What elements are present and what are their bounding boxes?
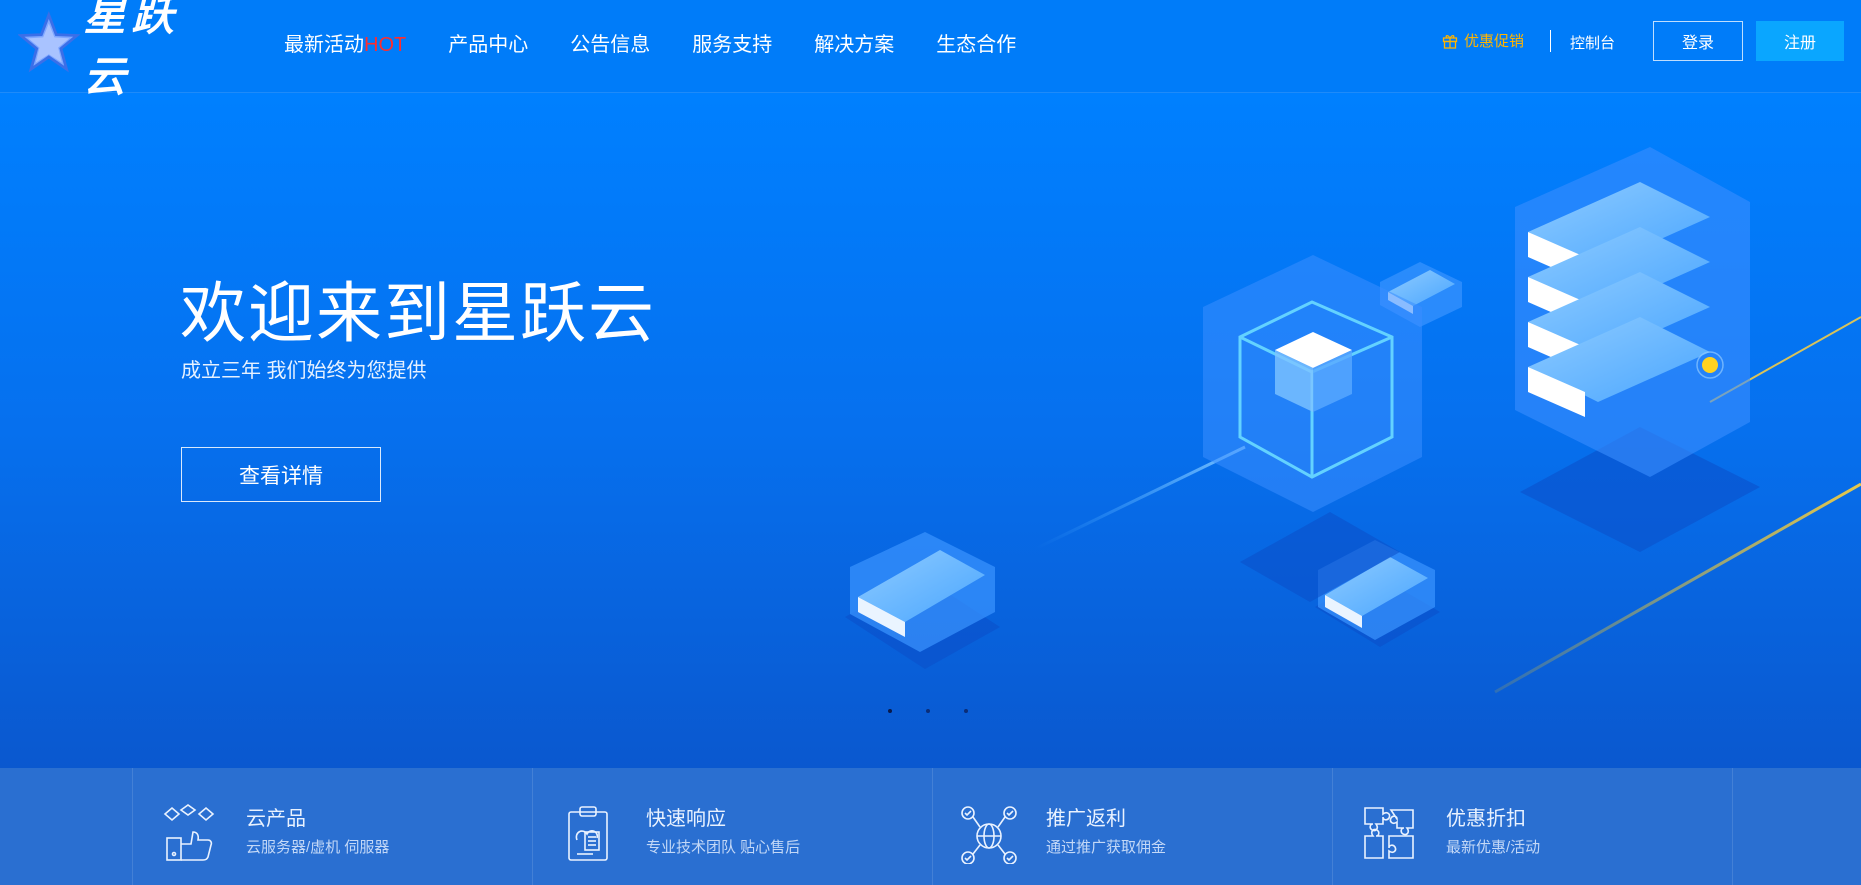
carousel-dot-3[interactable] [964,709,968,713]
hero-title: 欢迎来到星跃云 [180,276,656,350]
main-nav: 最新活动HOT 产品中心 公告信息 服务支持 解决方案 生态合作 [284,0,1058,84]
hero-subtitle: 成立三年 我们始终为您提供 [181,360,427,382]
feature-title: 优惠折扣 [1446,808,1526,830]
feature-title: 云产品 [246,808,306,830]
hot-badge: HOT [364,33,407,56]
top-header: 星跃云 最新活动HOT 产品中心 公告信息 服务支持 解决方案 生态合作 优惠促… [0,0,1861,101]
feature-card-cloud-products[interactable]: 云产品 云服务器/虚机 伺服器 [132,768,532,885]
cloud-like-icon [163,804,215,861]
view-details-button[interactable]: 查看详情 [181,447,381,502]
feature-grid: 云产品 云服务器/虚机 伺服器 快速响应 专业技术团队 贴心售后 推广返利 通过… [132,768,1733,885]
nav-item-ecosystem[interactable]: 生态合作 [936,28,1016,57]
network-globe-icon [961,806,1017,864]
carousel-indicators [888,709,1002,713]
feature-title: 快速响应 [646,808,726,830]
star-icon [18,11,80,73]
carousel-dot-1[interactable] [888,709,892,713]
header-divider [1550,30,1551,52]
nav-label: 最新活动 [284,33,364,56]
login-button[interactable]: 登录 [1653,21,1743,61]
console-link[interactable]: 控制台 [1570,32,1615,53]
feature-title: 推广返利 [1046,808,1126,830]
nav-item-support[interactable]: 服务支持 [692,28,772,57]
hero-banner: 欢迎来到星跃云 成立三年 我们始终为您提供 查看详情 [0,92,1861,768]
gift-icon [1442,34,1458,49]
feature-card-fast-response[interactable]: 快速响应 专业技术团队 贴心售后 [532,768,932,885]
feature-desc: 专业技术团队 贴心售后 [646,839,801,856]
feature-desc: 云服务器/虚机 伺服器 [246,839,390,856]
promo-label: 优惠促销 [1464,33,1525,50]
nav-item-products[interactable]: 产品中心 [448,28,528,57]
features-bar: 云产品 云服务器/虚机 伺服器 快速响应 专业技术团队 贴心售后 推广返利 通过… [0,768,1861,885]
feature-card-referral[interactable]: 推广返利 通过推广获取佣金 [932,768,1332,885]
carousel-dot-2[interactable] [926,709,930,713]
nav-item-announcements[interactable]: 公告信息 [570,28,650,57]
nav-item-solutions[interactable]: 解决方案 [814,28,894,57]
isometric-servers-illustration [845,147,1861,694]
logo[interactable]: 星跃云 [18,0,218,101]
brand-name: 星跃云 [83,0,180,101]
puzzle-icon [1364,807,1414,859]
register-button[interactable]: 注册 [1756,21,1844,61]
feature-desc: 最新优惠/活动 [1446,839,1541,856]
nav-item-latest-activity[interactable]: 最新活动HOT [284,28,406,57]
clipboard-icon [568,806,608,861]
feature-desc: 通过推广获取佣金 [1046,839,1167,856]
feature-card-discounts[interactable]: 优惠折扣 最新优惠/活动 [1332,768,1733,885]
promo-link[interactable]: 优惠促销 [1442,30,1524,51]
